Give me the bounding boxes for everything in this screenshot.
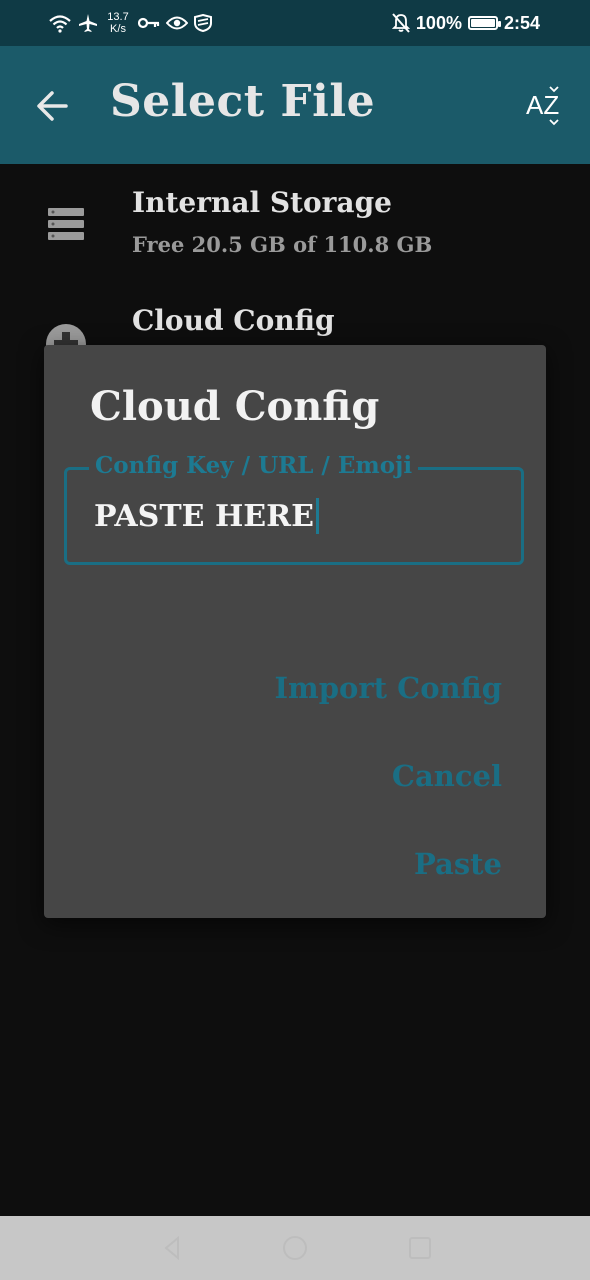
status-left: 13.7 K/s — [48, 8, 212, 38]
shield-icon — [194, 14, 212, 32]
field-value-container[interactable]: PASTE HERE — [94, 498, 319, 534]
nav-recents-icon[interactable] — [406, 1234, 434, 1262]
speed-value: 13.7 — [107, 11, 129, 23]
app-bar: Select File AZ — [0, 46, 590, 164]
battery-icon — [467, 16, 501, 30]
nav-back-icon[interactable] — [158, 1234, 186, 1262]
nav-home-icon[interactable] — [281, 1234, 309, 1262]
storage-icon — [48, 208, 84, 240]
paste-button[interactable]: Paste — [414, 847, 502, 881]
storage-subtitle: Free 20.5 GB of 110.8 GB — [132, 232, 433, 257]
config-key-input[interactable]: PASTE HERE — [94, 499, 314, 534]
key-icon — [138, 17, 160, 29]
navigation-bar — [0, 1216, 590, 1280]
battery-percent: 100% — [415, 12, 462, 33]
cloud-config-dialog: Cloud Config Config Key / URL / Emoji PA… — [44, 345, 546, 918]
mute-icon — [391, 13, 410, 33]
sort-az-icon[interactable]: AZ — [524, 84, 568, 128]
dialog-title: Cloud Config — [90, 383, 380, 430]
page-title: Select File — [110, 76, 376, 127]
status-bar: 13.7 K/s 100% 2:54 — [0, 0, 590, 46]
config-key-field[interactable]: Config Key / URL / Emoji PASTE HERE — [64, 452, 524, 565]
speed-unit: K/s — [110, 23, 126, 35]
wifi-icon — [49, 15, 71, 33]
network-speed: 13.7 K/s — [104, 11, 132, 35]
storage-title: Internal Storage — [132, 186, 392, 219]
import-config-button[interactable]: Import Config — [274, 671, 502, 705]
airplane-icon — [79, 14, 97, 32]
field-label: Config Key / URL / Emoji — [89, 452, 419, 479]
text-cursor — [315, 498, 319, 534]
sort-label: AZ — [526, 90, 559, 120]
back-arrow-icon[interactable] — [32, 86, 72, 126]
clock: 2:54 — [503, 12, 540, 33]
eye-icon — [166, 16, 188, 30]
status-right: 100% 2:54 — [391, 8, 540, 38]
cancel-button[interactable]: Cancel — [392, 759, 502, 793]
cloud-config-title: Cloud Config — [132, 304, 335, 337]
